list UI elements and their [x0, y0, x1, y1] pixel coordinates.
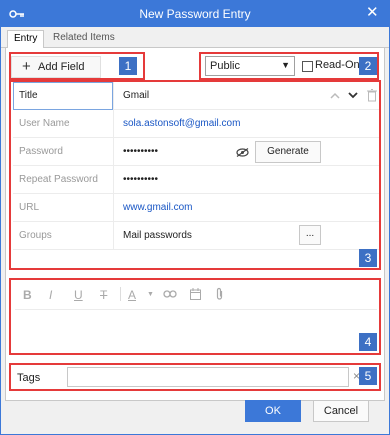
- annotation-box-4: [9, 278, 381, 355]
- annotation-badge-3: 3: [359, 249, 377, 267]
- close-button[interactable]: ✕: [355, 1, 389, 27]
- annotation-badge-2: 2: [359, 57, 377, 75]
- annotation-badge-4: 4: [359, 333, 377, 351]
- window-title: New Password Entry: [139, 7, 251, 21]
- tab-related-items-label: Related Items: [53, 32, 115, 43]
- tab-bar: Entry Related Items: [1, 27, 389, 49]
- annotation-box-5: [9, 363, 381, 391]
- annotation-box-2: [199, 52, 379, 80]
- title-bar: New Password Entry ✕: [1, 1, 389, 27]
- dialog-window: New Password Entry ✕ Entry Related Items…: [0, 0, 390, 435]
- ok-button[interactable]: OK: [245, 400, 301, 422]
- tab-entry-label: Entry: [14, 33, 38, 44]
- cancel-button[interactable]: Cancel: [313, 400, 369, 422]
- tab-related-items[interactable]: Related Items: [47, 30, 121, 48]
- annotation-badge-5: 5: [359, 367, 377, 385]
- tab-entry[interactable]: Entry: [7, 30, 45, 49]
- annotation-box-3: [9, 80, 381, 270]
- close-icon: ✕: [366, 4, 379, 21]
- annotation-badge-1: 1: [119, 57, 137, 75]
